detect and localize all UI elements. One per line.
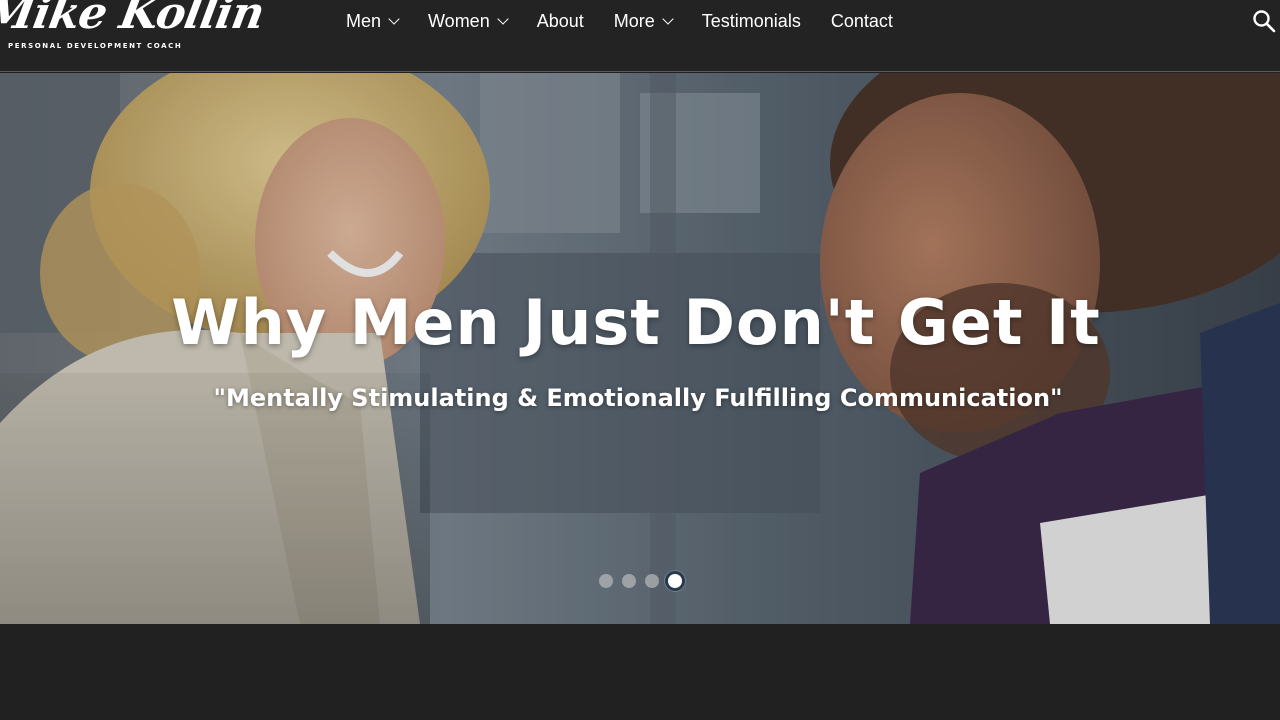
hero-slider: Why Men Just Don't Get It "Mentally Stim… <box>0 73 1280 624</box>
nav-item-label: Testimonials <box>701 10 801 31</box>
brand-tagline: PERSONAL DEVELOPMENT COACH <box>8 42 183 50</box>
chevron-down-icon <box>497 13 509 25</box>
nav-item-label: Men <box>346 10 382 31</box>
slider-pagination <box>599 574 691 588</box>
chevron-down-icon <box>388 13 400 25</box>
hero-title: Why Men Just Don't Get It <box>171 286 1101 359</box>
slider-dot-4-active[interactable] <box>668 574 682 588</box>
nav-item-men[interactable]: Men <box>346 10 400 32</box>
chevron-down-icon <box>662 13 674 25</box>
hero-subtitle: "Mentally Stimulating & Emotionally Fulf… <box>213 384 1063 412</box>
site-header: Mike Kollin PERSONAL DEVELOPMENT COACH M… <box>0 0 1280 72</box>
nav-item-label: Contact <box>830 10 893 31</box>
slider-dot-3[interactable] <box>645 574 659 588</box>
brand-name: Mike Kollin <box>0 0 268 39</box>
nav-item-label: More <box>613 10 655 31</box>
nav-item-women[interactable]: Women <box>428 10 509 32</box>
search-icon <box>1253 10 1276 33</box>
nav-item-label: Women <box>428 10 490 31</box>
nav-item-label: About <box>536 10 584 31</box>
nav-item-more[interactable]: More <box>613 10 674 32</box>
main-nav: Men Women About More Testimonials Contac… <box>346 9 923 33</box>
nav-item-about[interactable]: About <box>537 11 584 32</box>
nav-item-testimonials[interactable]: Testimonials <box>702 11 801 32</box>
slider-dot-2[interactable] <box>622 574 636 588</box>
search-button[interactable] <box>1252 9 1276 33</box>
nav-item-contact[interactable]: Contact <box>831 11 893 32</box>
brand-logo[interactable]: Mike Kollin PERSONAL DEVELOPMENT COACH <box>0 0 268 54</box>
slider-dot-1[interactable] <box>599 574 613 588</box>
